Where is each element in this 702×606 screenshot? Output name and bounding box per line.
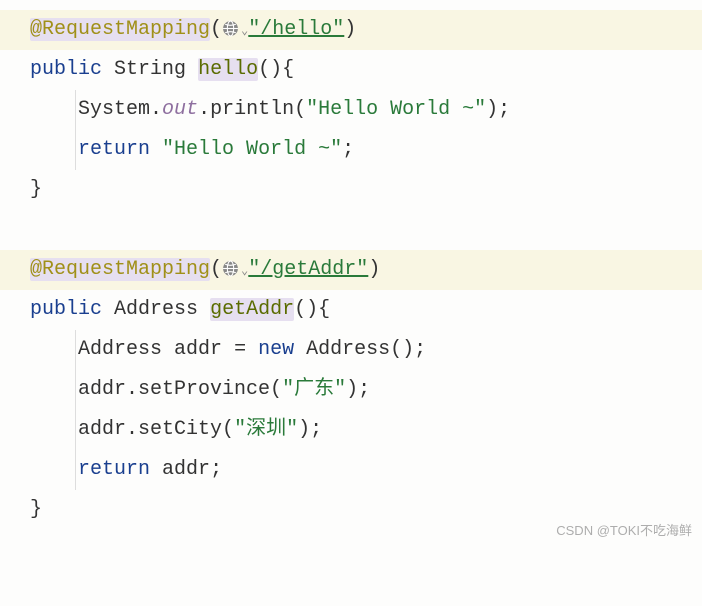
code-line: return addr; — [0, 450, 702, 490]
method-name: hello — [198, 58, 258, 81]
keyword-new: new — [258, 338, 294, 361]
string-literal: "Hello World ~" — [306, 98, 486, 121]
keyword-public: public — [30, 298, 102, 321]
watermark: CSDN @TOKI不吃海鲜 — [556, 518, 692, 544]
string-literal: "深圳" — [234, 418, 298, 441]
globe-icon — [222, 260, 239, 277]
code-line: public String hello(){ — [0, 50, 702, 90]
code-line: addr.setProvince("广东"); — [0, 370, 702, 410]
string-literal: "广东" — [282, 378, 346, 401]
globe-icon — [222, 20, 239, 37]
url-string: "/getAddr" — [248, 258, 368, 281]
code-line: Address addr = new Address(); — [0, 330, 702, 370]
string-literal: "Hello World ~" — [162, 138, 342, 161]
keyword-public: public — [30, 58, 102, 81]
annotation-request-mapping: @RequestMapping — [30, 258, 210, 281]
code-line: @RequestMapping(⌄"/hello") — [0, 10, 702, 50]
keyword-return: return — [78, 138, 150, 161]
static-field-out: out — [162, 98, 198, 121]
code-line: @RequestMapping(⌄"/getAddr") — [0, 250, 702, 290]
code-line: addr.setCity("深圳"); — [0, 410, 702, 450]
code-line: public Address getAddr(){ — [0, 290, 702, 330]
blank-line — [0, 210, 702, 250]
method-name: getAddr — [210, 298, 294, 321]
code-line: return "Hello World ~"; — [0, 130, 702, 170]
code-block: @RequestMapping(⌄"/hello") public String… — [0, 0, 702, 550]
code-line: System.out.println("Hello World ~"); — [0, 90, 702, 130]
keyword-return: return — [78, 458, 150, 481]
annotation-request-mapping: @RequestMapping — [30, 18, 210, 41]
code-line: } — [0, 170, 702, 210]
url-string: "/hello" — [248, 18, 344, 41]
